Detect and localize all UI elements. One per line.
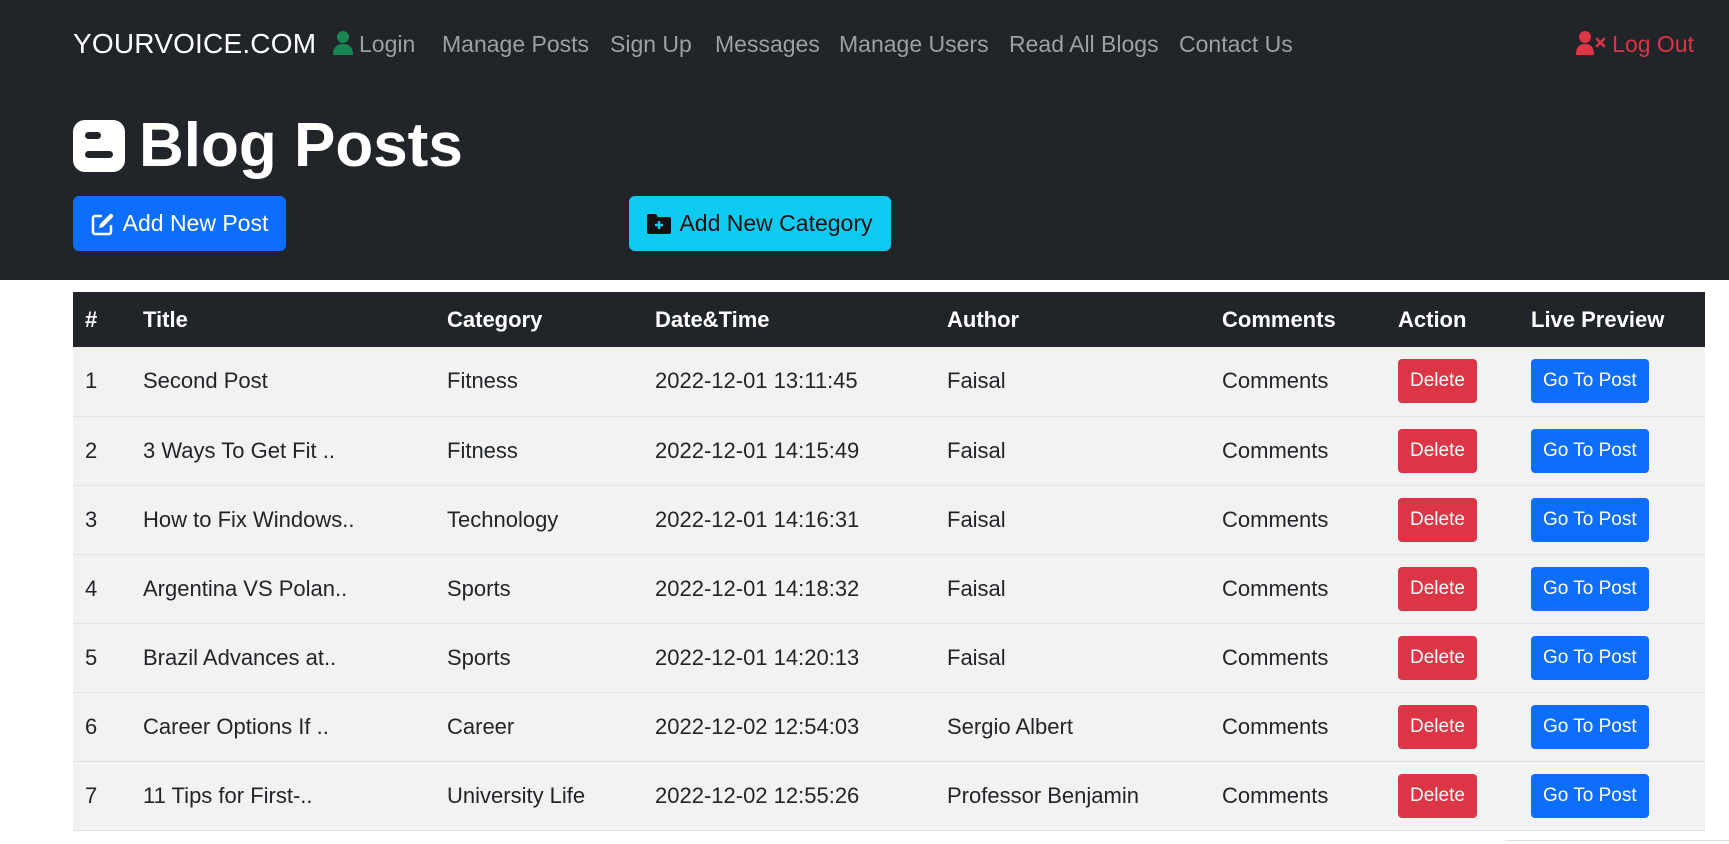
cell-author: Faisal [947,506,1006,532]
delete-button[interactable]: Delete [1398,773,1477,818]
go-to-post-button[interactable]: Go To Post [1531,359,1649,404]
cell-title: Career Options If .. [143,713,329,739]
cell-datetime: 2022-12-02 12:54:03 [655,713,860,739]
nav-login[interactable]: Login [333,31,415,58]
comments-link[interactable]: Comments [1222,507,1328,532]
cell-datetime: 2022-12-01 13:11:45 [655,368,858,394]
header-title: Title [143,306,188,332]
nav-messages[interactable]: Messages [715,31,820,58]
cell-title: Second Post [143,368,268,394]
nav-manage-users[interactable]: Manage Users [839,31,989,58]
cell-datetime: 2022-12-01 14:20:13 [655,644,860,670]
table-row: 2 3 Ways To Get Fit .. Fitness 2022-12-0… [73,416,1705,485]
user-x-icon [1576,31,1606,55]
add-new-category-label: Add New Category [679,210,873,236]
cell-datetime: 2022-12-01 14:16:31 [655,506,860,532]
cell-num: 6 [85,713,98,739]
posts-table: # Title Category Date&Time Author Commen… [73,292,1705,831]
delete-button[interactable]: Delete [1398,428,1477,473]
cell-category: University Life [447,782,586,808]
cell-num: 4 [85,575,98,601]
go-to-post-button[interactable]: Go To Post [1531,566,1649,611]
cell-datetime: 2022-12-01 14:18:32 [655,575,860,601]
header-datetime: Date&Time [655,306,770,332]
page-title-text: Blog Posts [139,111,463,180]
table-row: 6 Career Options If .. Career 2022-12-02… [73,692,1705,761]
cell-title: Brazil Advances at.. [143,644,337,670]
table-row: 7 11 Tips for First-.. University Life 2… [73,761,1705,830]
posts-table-container: # Title Category Date&Time Author Commen… [73,292,1705,831]
table-row: 5 Brazil Advances at.. Sports 2022-12-01… [73,623,1705,692]
nav-log-out[interactable]: Log Out [1576,31,1694,58]
cell-title: 3 Ways To Get Fit .. [143,437,335,463]
go-to-post-button[interactable]: Go To Post [1531,635,1649,680]
folder-plus-icon [647,213,672,234]
go-to-post-button[interactable]: Go To Post [1531,428,1649,473]
delete-button[interactable]: Delete [1398,359,1477,404]
cell-datetime: 2022-12-02 12:55:26 [655,782,860,808]
header-author: Author [947,306,1020,332]
comments-link[interactable]: Comments [1222,714,1328,739]
cell-num: 5 [85,644,98,670]
brand-logo[interactable]: YOURVOICE.COM [73,28,316,60]
scroll-edge-divider [1505,840,1729,844]
nav-log-out-label: Log Out [1612,31,1694,57]
cell-author: Faisal [947,437,1006,463]
header-action: Action [1398,306,1467,332]
comments-link[interactable]: Comments [1222,576,1328,601]
table-row: 4 Argentina VS Polan.. Sports 2022-12-01… [73,554,1705,623]
cell-num: 2 [85,437,98,463]
nav-login-label: Login [359,31,416,57]
nav-sign-up[interactable]: Sign Up [610,31,692,58]
comments-link[interactable]: Comments [1222,368,1328,393]
header-category: Category [447,306,543,332]
header-num: # [85,306,98,332]
cell-author: Professor Benjamin [947,782,1139,808]
nav-contact-us[interactable]: Contact Us [1179,31,1293,58]
user-icon [333,31,353,55]
page-title: Blog Posts [73,110,463,182]
cell-title: How to Fix Windows.. [143,506,355,532]
go-to-post-button[interactable]: Go To Post [1531,497,1649,542]
cell-author: Faisal [947,575,1006,601]
cell-num: 7 [85,782,98,808]
cell-category: Fitness [447,437,518,463]
cell-category: Sports [447,644,511,670]
cell-author: Faisal [947,368,1006,394]
cell-category: Technology [447,506,559,532]
add-new-category-button[interactable]: Add New Category [629,196,891,251]
go-to-post-button[interactable]: Go To Post [1531,773,1649,818]
cell-datetime: 2022-12-01 14:15:49 [655,437,860,463]
cell-author: Sergio Albert [947,713,1073,739]
delete-button[interactable]: Delete [1398,566,1477,611]
edit-icon [91,213,113,235]
table-row: 1 Second Post Fitness 2022-12-01 13:11:4… [73,347,1705,416]
comments-link[interactable]: Comments [1222,438,1328,463]
table-row: 3 How to Fix Windows.. Technology 2022-1… [73,485,1705,554]
nav-read-all-blogs[interactable]: Read All Blogs [1009,31,1159,58]
delete-button[interactable]: Delete [1398,635,1477,680]
header-comments: Comments [1222,306,1336,332]
cell-num: 3 [85,506,98,532]
cell-title: 11 Tips for First-.. [143,782,313,808]
nav-manage-posts[interactable]: Manage Posts [442,31,589,58]
cell-num: 1 [85,368,98,394]
cell-author: Faisal [947,644,1006,670]
blogger-icon [73,120,125,172]
cell-category: Sports [447,575,511,601]
go-to-post-button[interactable]: Go To Post [1531,704,1649,749]
comments-link[interactable]: Comments [1222,783,1328,808]
cell-title: Argentina VS Polan.. [143,575,348,601]
add-new-post-button[interactable]: Add New Post [73,196,286,251]
comments-link[interactable]: Comments [1222,645,1328,670]
cell-category: Career [447,713,515,739]
delete-button[interactable]: Delete [1398,704,1477,749]
cell-category: Fitness [447,368,518,394]
delete-button[interactable]: Delete [1398,497,1477,542]
add-new-post-label: Add New Post [122,210,269,236]
table-header-row: # Title Category Date&Time Author Commen… [73,292,1705,347]
header-live-preview: Live Preview [1531,306,1665,332]
